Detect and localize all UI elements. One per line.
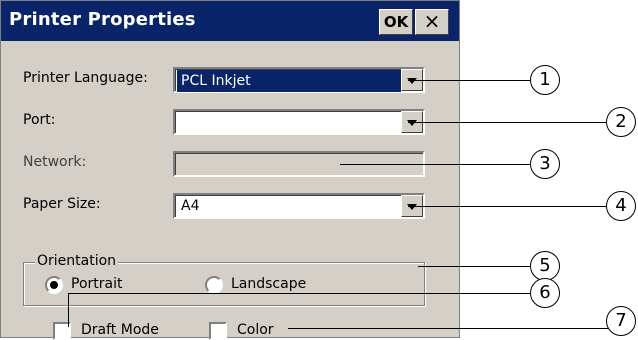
printer-properties-dialog: Printer Properties OK × Printer Language… bbox=[0, 0, 460, 340]
port-select[interactable] bbox=[173, 109, 425, 135]
callout-line-4 bbox=[408, 206, 608, 207]
chevron-down-icon bbox=[407, 204, 417, 210]
dialog-title: Printer Properties bbox=[9, 9, 196, 30]
landscape-radio[interactable] bbox=[205, 276, 223, 294]
callout-7: 7 bbox=[606, 306, 636, 336]
callout-line-3 bbox=[340, 164, 530, 165]
color-checkbox[interactable] bbox=[209, 322, 227, 340]
close-button[interactable]: × bbox=[415, 9, 449, 35]
port-label: Port: bbox=[23, 112, 56, 128]
landscape-label[interactable]: Landscape bbox=[231, 276, 306, 292]
printer-language-label: Printer Language: bbox=[23, 70, 148, 86]
callout-5: 5 bbox=[530, 251, 560, 281]
ok-button[interactable]: OK bbox=[379, 9, 413, 35]
printer-language-value: PCL Inkjet bbox=[177, 70, 401, 92]
callout-line-6-drop bbox=[68, 293, 69, 327]
network-label: Network: bbox=[23, 154, 87, 170]
chevron-down-icon bbox=[407, 120, 417, 126]
callout-line-7 bbox=[288, 328, 608, 329]
chevron-down-icon bbox=[407, 78, 417, 84]
draft-mode-label[interactable]: Draft Mode bbox=[81, 322, 159, 338]
callout-6: 6 bbox=[530, 278, 560, 308]
title-bar: Printer Properties OK × bbox=[1, 1, 459, 41]
callout-3: 3 bbox=[530, 149, 560, 179]
portrait-label[interactable]: Portrait bbox=[71, 276, 122, 292]
paper-size-select[interactable]: A4 bbox=[173, 193, 425, 219]
orientation-legend: Orientation bbox=[35, 253, 119, 269]
callout-4: 4 bbox=[606, 191, 636, 221]
paper-size-value: A4 bbox=[181, 198, 200, 214]
callout-line-6 bbox=[68, 293, 530, 294]
portrait-radio[interactable] bbox=[45, 276, 63, 294]
radio-selected-dot bbox=[50, 281, 58, 289]
paper-size-label: Paper Size: bbox=[23, 196, 101, 212]
callout-line-1 bbox=[408, 80, 530, 81]
callout-line-2 bbox=[408, 122, 608, 123]
callout-1: 1 bbox=[530, 65, 560, 95]
printer-language-select[interactable]: PCL Inkjet bbox=[173, 67, 425, 93]
callout-line-5 bbox=[418, 266, 530, 267]
callout-2: 2 bbox=[606, 107, 636, 137]
color-label[interactable]: Color bbox=[237, 322, 274, 338]
